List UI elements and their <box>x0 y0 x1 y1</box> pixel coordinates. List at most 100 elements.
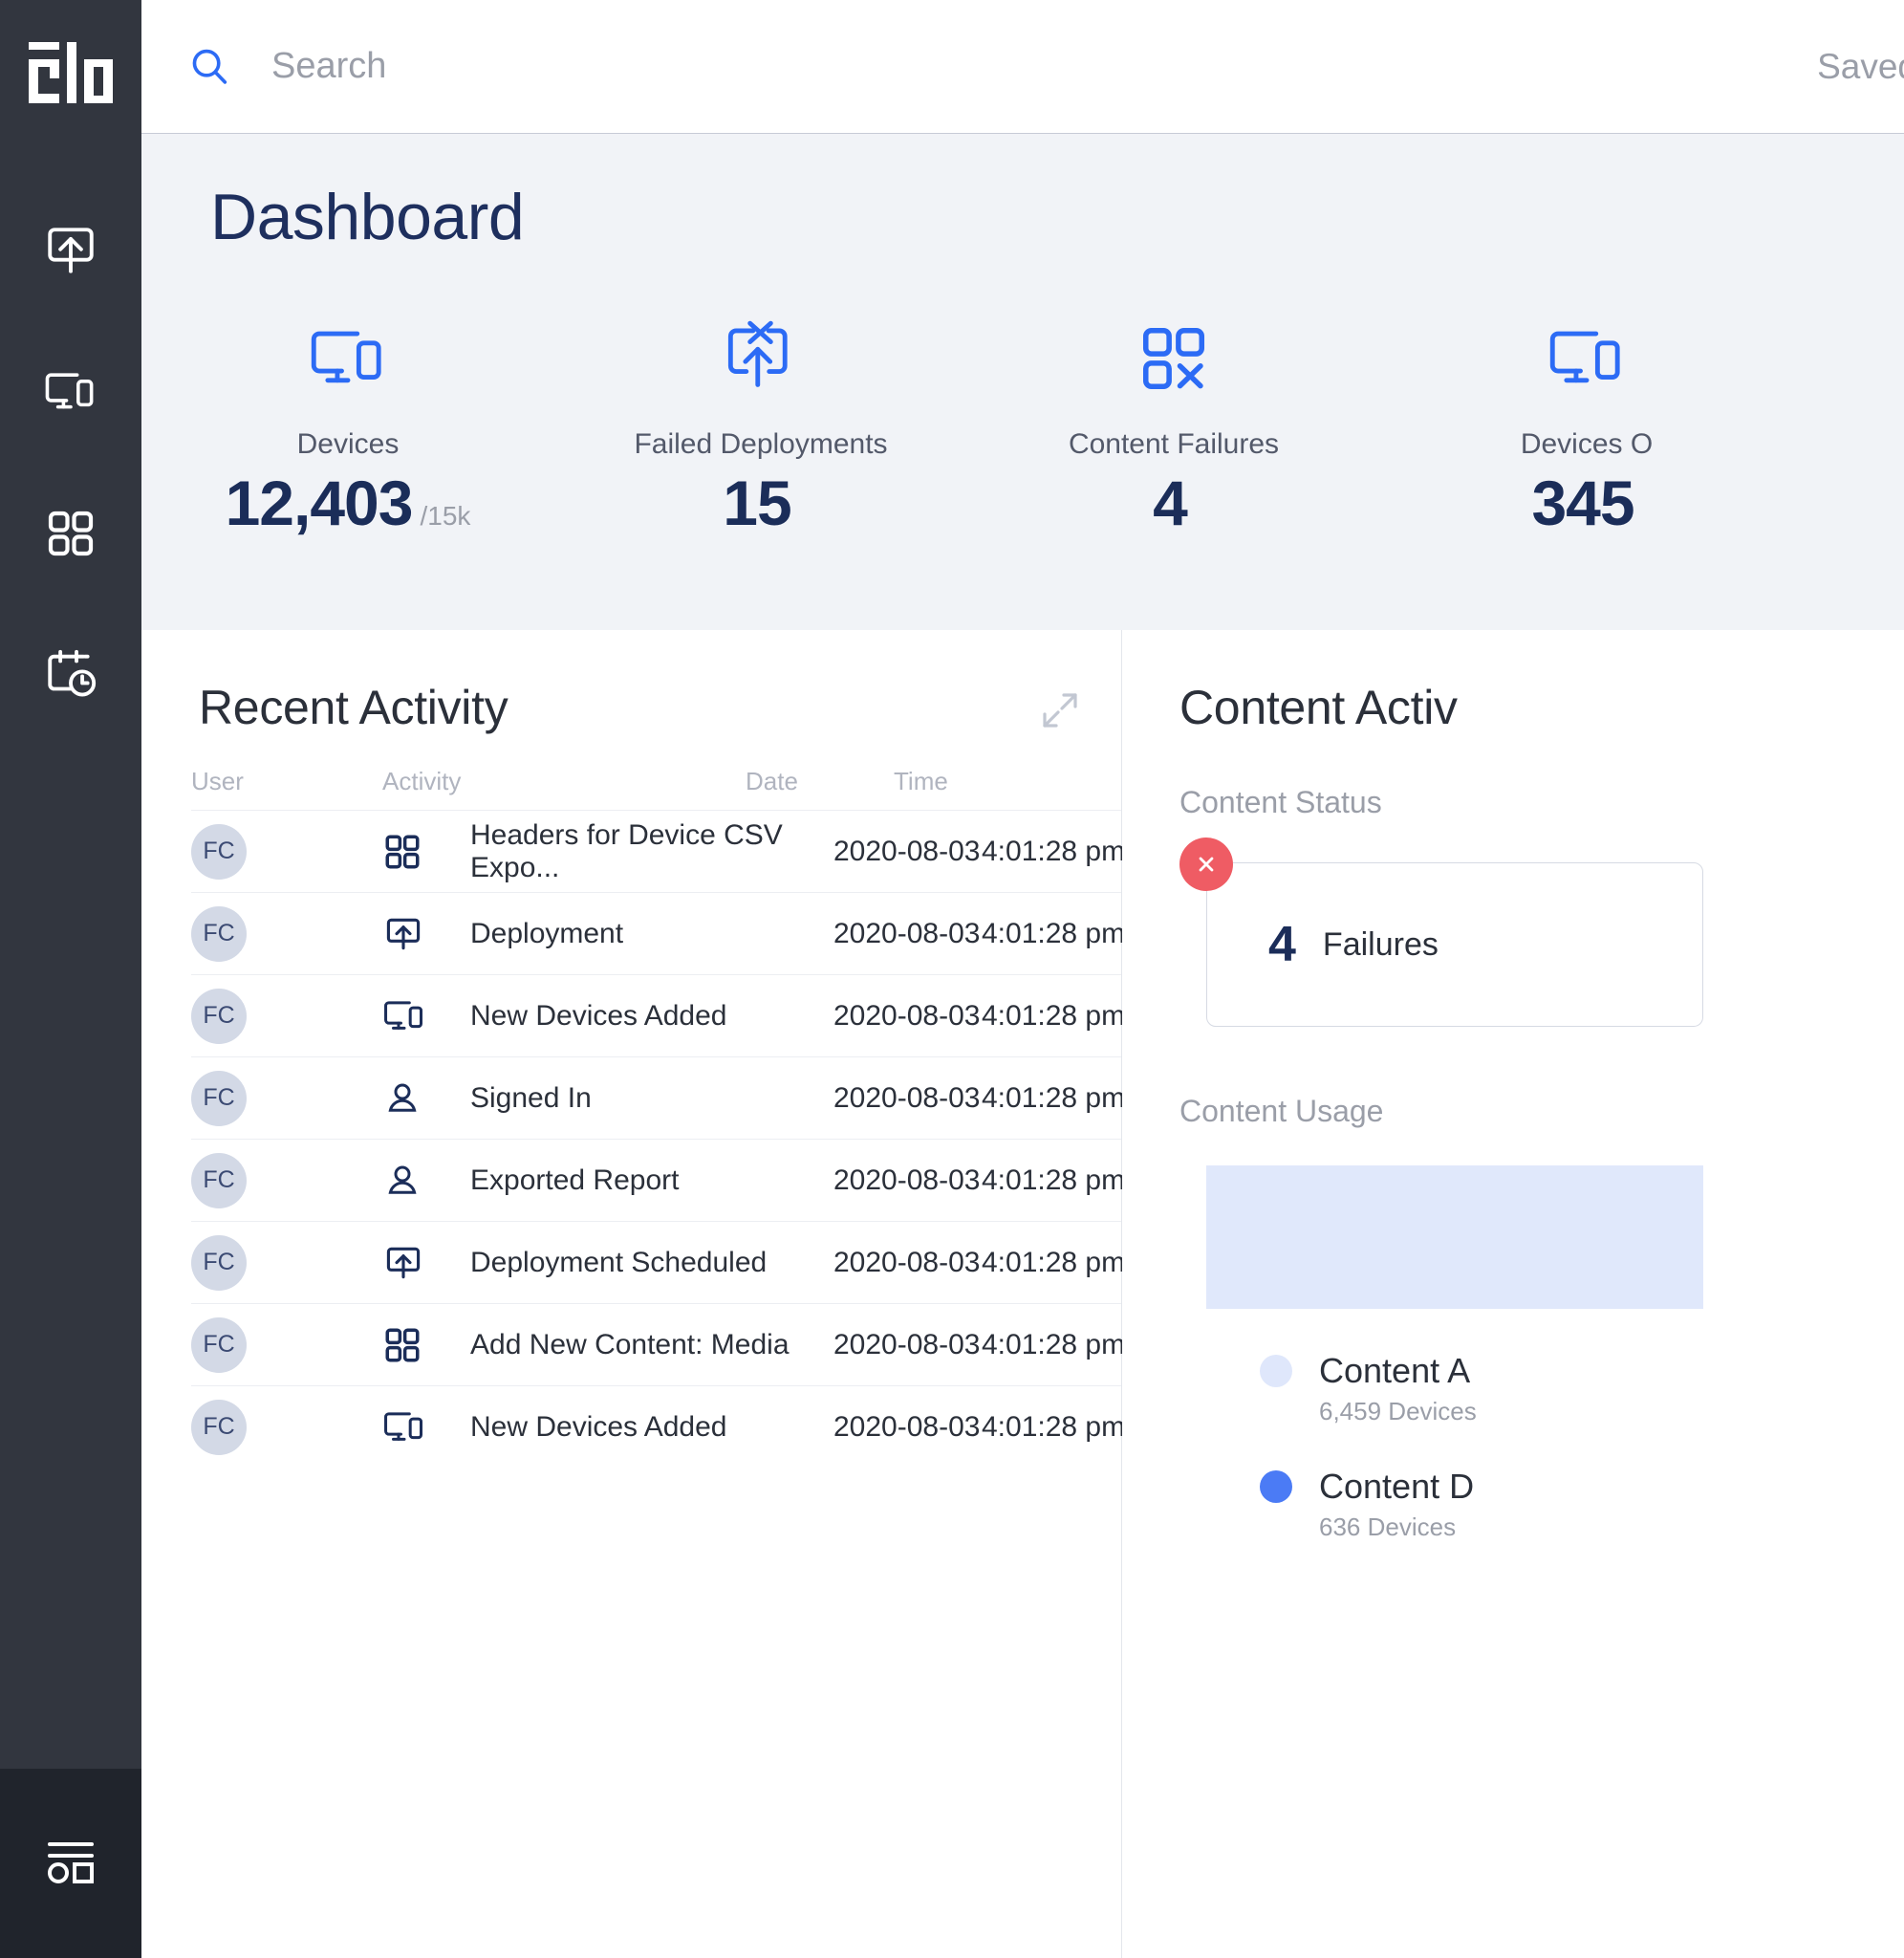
content-status-label: Content Status <box>1179 785 1382 819</box>
stat-value: 4 <box>1153 468 1188 538</box>
column-header-date: Date <box>746 766 798 795</box>
row-time: 4:01:28 pm <box>982 1246 1126 1278</box>
stats-band: Dashboard Devices 12,403 /15k Failed Dep… <box>141 134 1904 630</box>
avatar: FC <box>191 1070 247 1126</box>
row-time: 4:01:28 pm <box>982 1328 1126 1360</box>
table-row[interactable]: FC Add New Content: Media 2020-08-03 4:0… <box>191 1303 1125 1385</box>
sidebar-item-deploy[interactable] <box>0 180 141 321</box>
sidebar <box>0 0 141 1958</box>
legend-sublabel: 6,459 Devices <box>1319 1397 1477 1425</box>
deploy-icon <box>43 223 98 278</box>
table-row[interactable]: FC Exported Report 2020-08-03 4:01:28 pm <box>191 1139 1125 1221</box>
sidebar-item-devices[interactable] <box>0 321 141 463</box>
row-activity: Headers for Device CSV Expo... <box>470 818 783 883</box>
table-row[interactable]: FC Deployment Scheduled 2020-08-03 4:01:… <box>191 1221 1125 1303</box>
column-header-time: Time <box>894 766 948 795</box>
content-usage-label: Content Usage <box>1179 1094 1384 1128</box>
grid-icon <box>382 1325 470 1365</box>
panels: Recent Activity User Activity Date Time … <box>141 630 1904 1958</box>
avatar: FC <box>191 823 247 880</box>
grid-icon <box>44 507 97 560</box>
devices-icon <box>382 995 470 1037</box>
row-activity: Deployment <box>470 917 624 949</box>
row-user: FC <box>191 1399 382 1455</box>
content-usage-chart <box>1206 1165 1703 1309</box>
person-icon <box>382 1161 470 1201</box>
main-area: Saved Dashboard Devices <box>141 0 1904 1958</box>
content-failure-icon <box>967 315 1380 402</box>
deploy-icon <box>382 913 470 955</box>
expand-icon[interactable] <box>1037 687 1083 738</box>
content-activity-title: Content Activ <box>1179 681 1458 734</box>
stat-label: Devices <box>296 428 400 460</box>
devices-icon <box>1380 315 1793 402</box>
elo-logo-mark <box>29 42 113 103</box>
avatar: FC <box>191 988 247 1044</box>
row-user: FC <box>191 905 382 962</box>
table-row[interactable]: FC Signed In 2020-08-03 4:01:28 pm <box>191 1056 1125 1139</box>
table-row[interactable]: FC Deployment 2020-08-03 4:01:28 pm <box>191 892 1125 974</box>
stat-label: Devices O <box>1520 428 1654 460</box>
row-activity: New Devices Added <box>470 999 727 1032</box>
row-user: FC <box>191 1316 382 1373</box>
row-date: 2020-08-03 <box>833 1081 981 1114</box>
content-usage-legend: Content A 6,459 Devices Content D 636 De… <box>1260 1351 1904 1542</box>
row-date: 2020-08-03 <box>833 1328 981 1360</box>
row-date: 2020-08-03 <box>833 999 981 1032</box>
devices-icon <box>141 315 554 402</box>
topbar: Saved <box>141 0 1904 134</box>
row-activity: Exported Report <box>470 1164 680 1196</box>
status-count: 4 <box>1268 917 1296 972</box>
list-shapes-icon <box>42 1836 99 1892</box>
stat-label: Content Failures <box>1068 428 1280 460</box>
stat-card-failed-deployments[interactable]: Failed Deployments 15 <box>554 315 967 539</box>
row-time: 4:01:28 pm <box>982 1410 1126 1443</box>
devices-icon <box>382 1406 470 1448</box>
stat-card-content-failures[interactable]: Content Failures 4 <box>967 315 1380 539</box>
row-date: 2020-08-03 <box>833 1246 981 1278</box>
saved-label[interactable]: Saved <box>1817 47 1904 87</box>
table-row[interactable]: FC New Devices Added 2020-08-03 4:01:28 … <box>191 974 1125 1056</box>
error-icon <box>1179 838 1233 891</box>
row-time: 4:01:28 pm <box>982 1164 1126 1196</box>
sidebar-nav <box>0 180 141 746</box>
legend-item[interactable]: Content A 6,459 Devices <box>1260 1351 1904 1426</box>
deploy-icon <box>382 1242 470 1284</box>
row-activity: New Devices Added <box>470 1410 727 1443</box>
column-header-activity: Activity <box>382 766 462 795</box>
sidebar-item-content[interactable] <box>0 463 141 604</box>
row-activity: Signed In <box>470 1081 592 1114</box>
sidebar-item-schedule[interactable] <box>0 604 141 746</box>
failed-deploy-icon <box>554 315 967 402</box>
recent-activity-table: User Activity Date Time FC Headers for D… <box>141 752 1125 1468</box>
content-activity-panel: Content Activ Content Status 4 Failures <box>1122 630 1904 1958</box>
table-row[interactable]: FC New Devices Added 2020-08-03 4:01:28 … <box>191 1385 1125 1468</box>
legend-color-swatch <box>1260 1355 1292 1387</box>
row-date: 2020-08-03 <box>833 1410 981 1443</box>
elo-logo[interactable] <box>23 40 119 113</box>
stat-card-devices[interactable]: Devices 12,403 /15k <box>141 315 554 539</box>
legend-color-swatch <box>1260 1470 1292 1503</box>
stat-card-devices-offline[interactable]: Devices O 345 <box>1380 315 1793 539</box>
table-row[interactable]: FC Headers for Device CSV Expo... 2020-0… <box>191 810 1125 892</box>
row-user: FC <box>191 1070 382 1126</box>
grid-icon <box>382 832 470 872</box>
avatar: FC <box>191 1399 247 1455</box>
row-date: 2020-08-03 <box>833 1164 981 1196</box>
status-label-text: Failures <box>1322 925 1439 963</box>
stat-value: 12,403 <box>225 468 414 538</box>
stat-value: 345 <box>1531 468 1634 538</box>
table-header-row: User Activity Date Time <box>191 752 1121 810</box>
avatar: FC <box>191 1234 247 1291</box>
legend-label: Content A <box>1319 1351 1471 1390</box>
row-activity: Deployment Scheduled <box>470 1246 768 1278</box>
app-root: Saved Dashboard Devices <box>0 0 1904 1958</box>
sidebar-item-forms[interactable] <box>0 1769 141 1958</box>
legend-item[interactable]: Content D 636 Devices <box>1260 1467 1904 1542</box>
row-time: 4:01:28 pm <box>982 917 1126 949</box>
person-icon <box>382 1078 470 1119</box>
search-icon[interactable] <box>187 45 231 89</box>
row-activity: Add New Content: Media <box>470 1328 790 1360</box>
content-status-card[interactable]: 4 Failures <box>1206 862 1703 1027</box>
search-input[interactable] <box>271 37 1132 96</box>
